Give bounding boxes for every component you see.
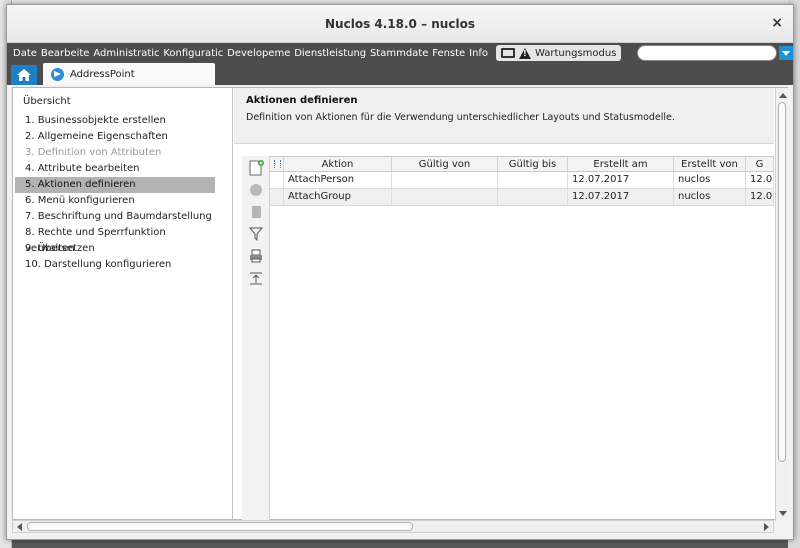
column-selector-icon[interactable] [270,157,284,171]
wizard-steps-panel: Übersicht 1. Businessobjekte erstellen 2… [13,88,233,521]
menu-item-info[interactable]: Info [467,48,490,59]
menu-bar: Date Bearbeite Administratic Konfigurati… [7,43,794,63]
scroll-thumb[interactable] [778,102,786,462]
table-row[interactable]: AttachPerson 12.07.2017 nuclos 12.07 [270,172,774,189]
telegram-icon [51,67,64,81]
filter-icon[interactable] [247,226,265,242]
tab-label: AddressPoint [70,68,135,80]
table-row[interactable]: AttachGroup 12.07.2017 nuclos 12.07 [270,189,774,206]
search-dropdown-icon[interactable] [779,46,794,60]
table-cell[interactable] [498,189,568,205]
column-header[interactable]: Gültig von [392,157,498,171]
step-item[interactable]: 8. Rechte und Sperrfunktion verwalten [15,225,215,254]
step-item[interactable]: 9. Übersetzen [15,241,215,257]
table-cell[interactable] [392,189,498,205]
delete-row-icon[interactable] [247,182,265,198]
nuclos-window: Nuclos 4.18.0 – nuclos × Date Bearbeite … [6,4,794,540]
panel-header: Aktionen definieren Definition von Aktio… [234,88,774,144]
scroll-up-icon[interactable] [779,93,787,98]
actions-table: Aktion Gültig von Gültig bis Erstellt am… [270,156,774,521]
scroll-down-icon[interactable] [779,511,787,516]
home-icon [17,69,31,81]
table-cell[interactable]: AttachGroup [284,189,392,205]
step-item[interactable]: 6. Menü konfigurieren [15,193,215,209]
step-item[interactable]: 4. Attribute bearbeiten [15,161,215,177]
maintenance-mode-button[interactable]: Wartungsmodus [496,45,622,61]
step-item[interactable]: 10. Darstellung konfigurieren [15,257,215,273]
step-item: 3. Definition von Attributen [25,147,162,158]
actions-panel: Aktionen definieren Definition von Aktio… [234,88,774,521]
column-header[interactable]: G [746,157,774,171]
close-icon[interactable]: × [771,15,783,31]
table-cell[interactable]: 12.07.2017 [568,172,674,188]
tab-addresspoint[interactable]: AddressPoint [43,63,215,85]
home-tab[interactable] [11,65,37,85]
wizard-content: Übersicht 1. Businessobjekte erstellen 2… [12,87,788,521]
table-header: Aktion Gültig von Gültig bis Erstellt am… [270,156,774,172]
monitor-icon [501,48,516,58]
export-icon[interactable] [247,270,265,286]
menu-item-bearbeiten[interactable]: Bearbeite [39,48,91,59]
tab-bar: AddressPoint [7,63,793,85]
panel-title: Aktionen definieren [246,95,358,106]
scroll-left-icon[interactable] [17,523,22,531]
table-cell[interactable]: AttachPerson [284,172,392,188]
table-cell[interactable]: 12.07.2017 [568,189,674,205]
maintenance-label: Wartungsmodus [535,47,617,59]
actions-grid: Aktion Gültig von Gültig bis Erstellt am… [242,156,774,521]
search-input[interactable] [637,45,778,61]
column-header[interactable]: Gültig bis [498,157,568,171]
menu-item-development[interactable]: Developeme [225,48,292,59]
table-cell[interactable]: nuclos [674,189,746,205]
table-cell[interactable]: nuclos [674,172,746,188]
print-icon[interactable] [247,248,265,264]
warning-icon [519,47,532,59]
table-cell[interactable] [498,172,568,188]
clone-row-icon[interactable] [247,204,265,220]
menu-item-dienstleistung[interactable]: Dienstleistung [292,48,368,59]
column-header[interactable]: Erstellt von [674,157,746,171]
menu-item-fenster[interactable]: Fenste [430,48,467,59]
steps-overview-label: Übersicht [23,96,71,107]
menu-item-konfiguration[interactable]: Konfiguratic [161,48,225,59]
title-bar: Nuclos 4.18.0 – nuclos × [7,5,793,43]
step-item[interactable]: 1. Businessobjekte erstellen [15,113,215,129]
step-item[interactable]: 7. Beschriftung und Baumdarstellung [15,209,215,225]
horizontal-scrollbar[interactable] [12,520,774,533]
column-header[interactable]: Aktion [284,157,392,171]
vertical-scrollbar[interactable] [775,88,788,521]
new-row-icon[interactable] [247,160,265,176]
menu-item-administration[interactable]: Administratic [91,48,161,59]
scroll-thumb-horizontal[interactable] [27,522,413,531]
row-marker [270,189,284,205]
table-cell[interactable] [392,172,498,188]
menu-item-date[interactable]: Date [11,48,39,59]
row-marker [270,172,284,188]
table-cell[interactable]: 12.07 [746,189,774,205]
table-cell[interactable]: 12.07 [746,172,774,188]
scroll-right-icon[interactable] [764,523,769,531]
column-header[interactable]: Erstellt am [568,157,674,171]
step-item-active[interactable]: 5. Aktionen definieren [15,177,215,193]
panel-description: Definition von Aktionen für die Verwendu… [246,112,675,123]
grid-toolbar [242,156,270,521]
menu-item-stammdaten[interactable]: Stammdate [368,48,430,59]
step-item[interactable]: 2. Allgemeine Eigenschaften [15,129,215,145]
window-title: Nuclos 4.18.0 – nuclos [325,17,475,31]
